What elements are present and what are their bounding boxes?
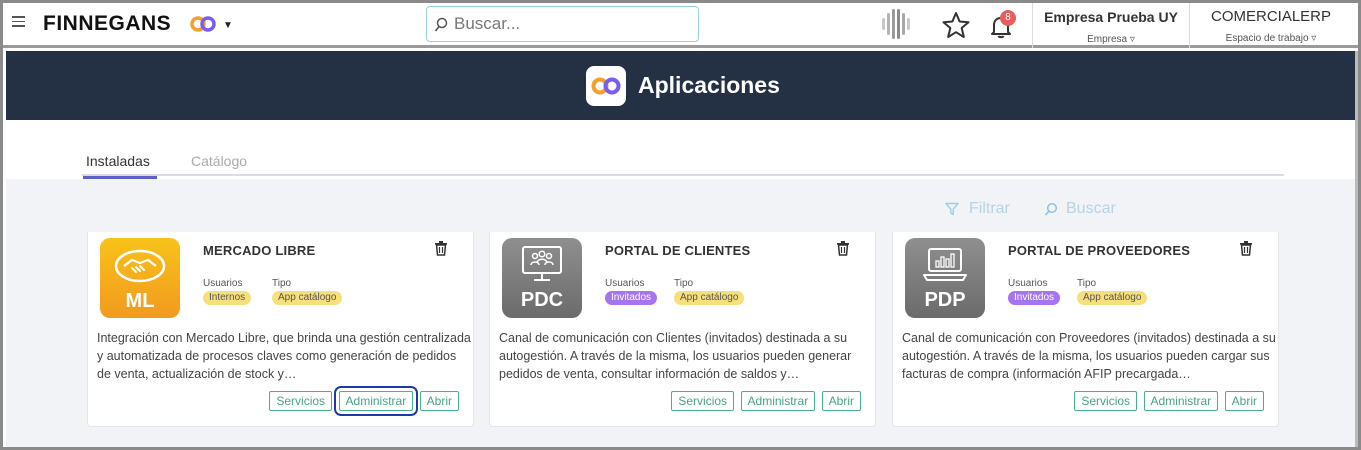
company-name: Empresa Prueba UY — [1044, 9, 1178, 25]
open-button[interactable]: Abrir — [419, 391, 459, 411]
app-card-portal-proveedores: PDP PORTAL DE PROVEEDORES Usuarios Tipo … — [892, 232, 1279, 427]
trash-icon[interactable] — [1239, 240, 1253, 256]
favorites-star-icon[interactable] — [941, 11, 971, 39]
app-description: Canal de comunicación con Proveedores (i… — [902, 331, 1276, 381]
brand-logo-icon — [190, 16, 216, 32]
search-apps-button[interactable]: Buscar — [1066, 200, 1116, 218]
search-icon[interactable] — [1044, 202, 1058, 216]
app-title: PORTAL DE CLIENTES — [605, 243, 751, 258]
manage-button[interactable]: Administrar — [1143, 391, 1219, 411]
users-label: Usuarios — [203, 278, 243, 289]
users-label: Usuarios — [605, 278, 645, 289]
company-selector[interactable]: Empresa Prueba UY Empresa ▿ — [1034, 3, 1188, 48]
trash-icon[interactable] — [434, 240, 448, 256]
services-button[interactable]: Servicios — [1074, 391, 1138, 411]
company-label: Empresa ▿ — [1087, 34, 1135, 45]
scrollbar[interactable] — [1355, 51, 1358, 447]
app-description: Integración con Mercado Libre, que brind… — [97, 331, 471, 381]
brand-dropdown-icon[interactable]: ▼ — [223, 20, 233, 31]
app-title: MERCADO LIBRE — [203, 243, 316, 258]
type-label: Tipo — [674, 278, 694, 289]
services-button[interactable]: Servicios — [269, 391, 333, 411]
open-button[interactable]: Abrir — [1224, 391, 1264, 411]
app-abbreviation: PDP — [924, 289, 966, 311]
card-actions: Servicios Administrar Abrir — [669, 391, 861, 411]
users-badge: Invitados — [1008, 291, 1061, 305]
tab-installed[interactable]: Instaladas — [83, 153, 157, 179]
top-bar: FINNEGANS ▼ 8 — [3, 3, 1358, 48]
workspace-selector[interactable]: COMERCIALERP Espacio de trabajo ▿ — [1190, 3, 1352, 48]
manage-button[interactable]: Administrar — [333, 386, 419, 416]
global-search[interactable] — [426, 6, 699, 42]
card-actions: Servicios Administrar Abrir — [1072, 391, 1264, 411]
app-card-portal-clientes: PDC PORTAL DE CLIENTES Usuarios Tipo Inv… — [489, 232, 876, 427]
app-abbreviation: PDC — [520, 289, 564, 311]
workspace-name: COMERCIALERP — [1210, 8, 1332, 25]
users-badge: Invitados — [605, 291, 658, 305]
type-badge: App catálogo — [674, 291, 745, 305]
handshake-icon — [114, 249, 166, 283]
brand-name: FINNEGANS — [43, 12, 172, 35]
app-card-mercado-libre: ML MERCADO LIBRE Usuarios Tipo Internos … — [87, 232, 474, 427]
laptop-chart-icon — [923, 248, 967, 281]
manage-button[interactable]: Administrar — [740, 391, 816, 411]
mercado-libre-logo: ML — [100, 238, 180, 318]
type-label: Tipo — [272, 278, 292, 289]
card-actions: Servicios Administrar Abrir — [267, 386, 459, 416]
app-title: PORTAL DE PROVEEDORES — [1008, 243, 1191, 258]
type-label: Tipo — [1077, 278, 1097, 289]
workspace-label: Espacio de trabajo ▿ — [1225, 33, 1317, 44]
applications-logo-icon — [586, 66, 626, 106]
trash-icon[interactable] — [836, 240, 850, 256]
menu-icon[interactable] — [12, 16, 25, 28]
tab-label: Instaladas — [86, 153, 150, 169]
users-label: Usuarios — [1008, 278, 1048, 289]
app-description: Canal de comunicación con Clientes (invi… — [499, 331, 852, 381]
search-input[interactable] — [454, 13, 684, 35]
filter-button[interactable]: Filtrar — [969, 200, 1010, 218]
type-badge: App catálogo — [1077, 291, 1148, 305]
open-button[interactable]: Abrir — [821, 391, 861, 411]
divider — [1032, 3, 1033, 48]
monitor-users-icon — [522, 246, 562, 281]
page-title: Aplicaciones — [638, 72, 780, 98]
users-badge: Internos — [203, 291, 252, 305]
tab-label: Catálogo — [191, 153, 248, 169]
page-header: Aplicaciones — [6, 51, 1355, 120]
filter-icon[interactable] — [945, 202, 959, 216]
portal-clientes-logo: PDC — [502, 238, 582, 318]
search-icon — [434, 17, 448, 32]
app-window: FINNEGANS ▼ 8 — [0, 0, 1361, 450]
app-abbreviation: ML — [125, 290, 155, 312]
voice-assistant-icon[interactable] — [878, 7, 914, 41]
portal-proveedores-logo: PDP — [905, 238, 985, 318]
services-button[interactable]: Servicios — [671, 391, 735, 411]
tab-catalog[interactable]: Catálogo — [191, 153, 247, 169]
notifications-badge: 8 — [1000, 10, 1016, 26]
tabs: Instaladas Catálogo — [82, 148, 1284, 179]
type-badge: App catálogo — [272, 291, 343, 305]
